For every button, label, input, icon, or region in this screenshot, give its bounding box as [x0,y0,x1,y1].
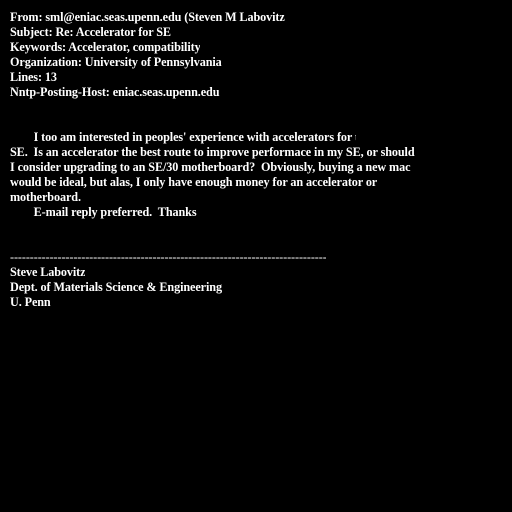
header-keywords: Keywords: Accelerator, compatibility [10,40,200,54]
body-line: I consider upgrading to an SE/30 motherb… [10,160,411,174]
header-from: From: sml@eniac.seas.upenn.edu (Steven M… [10,10,285,24]
body-line: would be ideal, but alas, I only have en… [10,175,378,189]
header-nntp-host: Nntp-Posting-Host: eniac.seas.upenn.edu [10,85,220,99]
body-line: motherboard. [10,190,81,204]
news-article: From: sml@eniac.seas.upenn.edu (Steven M… [0,0,512,512]
body-line: E-mail reply preferred. Thanks [10,205,197,219]
signature-dept: Dept. of Materials Science & Engineering [10,280,222,294]
header-organization: Organization: University of Pennsylvania [10,55,222,69]
signature-name: Steve Labovitz [10,265,86,279]
signature-separator: ----------------------------------------… [10,250,326,264]
body-line: SE. Is an accelerator the best route to … [10,145,415,159]
header-subject: Subject: Re: Accelerator for SE [10,25,171,39]
header-lines: Lines: 13 [10,70,57,84]
signature-school: U. Penn [10,295,51,309]
body-line: I too am interested in peoples' experien… [10,130,356,144]
